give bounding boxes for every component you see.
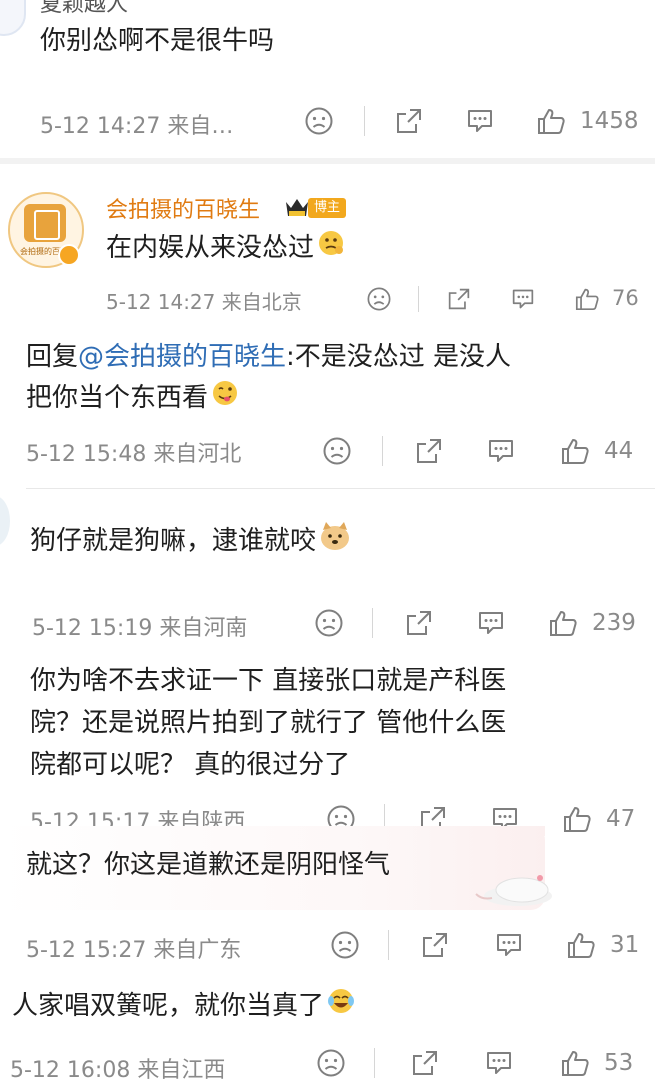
comment-meta: 5-12 15:27 来自广东 (26, 938, 242, 963)
sad-face-icon[interactable] (316, 1048, 346, 1078)
like-count: 44 (604, 438, 634, 464)
thumbs-up-icon[interactable] (548, 608, 578, 638)
comment-meta: 5-12 16:08 来自江西 (10, 1058, 226, 1083)
share-icon[interactable] (394, 106, 424, 136)
comment-meta: 5-12 15:19 来自河南 (32, 616, 248, 641)
separator (388, 930, 389, 960)
like-count: 47 (606, 806, 636, 832)
sad-face-icon[interactable] (304, 106, 334, 136)
reply-line-1: 回复@会拍摄的百晓生:不是没怂过 是没人 (26, 338, 511, 376)
comment-icon[interactable] (484, 1048, 514, 1078)
thumbs-up-icon[interactable] (562, 804, 592, 834)
comment-icon[interactable] (476, 608, 506, 638)
comment-line-3: 院都可以呢？ 真的很过分了 (30, 750, 351, 780)
thumbs-up-icon[interactable] (536, 106, 566, 136)
comment-meta: 5-12 14:27 来自北京 (106, 290, 302, 314)
comment-text: 你别怂啊不是很牛吗 (40, 26, 275, 56)
thumbs-up-icon[interactable] (560, 1048, 590, 1078)
comment-meta: 5-12 15:48 来自河北 (26, 442, 242, 467)
sad-face-icon[interactable] (314, 608, 344, 638)
share-icon[interactable] (414, 436, 444, 466)
like-count: 239 (592, 610, 636, 636)
avatar[interactable] (0, 496, 10, 546)
thumbs-up-icon[interactable] (560, 436, 590, 466)
comment-6: 就这？你这是道歉还是阴阳怪气 5-12 15:27 来自广东 (0, 826, 655, 976)
comment-2: 会拍摄的百晓 会拍摄的百晓生 博主 在内娱从来没怂过 5-12 14:27 来自… (0, 164, 655, 324)
comment-icon[interactable] (486, 436, 516, 466)
like-count: 1458 (580, 108, 639, 134)
reply-prefix: 回复 (26, 342, 79, 372)
laugh-cry-emoji-icon (326, 986, 356, 1027)
mention-link[interactable]: @会拍摄的百晓生 (78, 342, 286, 372)
sad-face-icon[interactable] (330, 930, 360, 960)
comment-icon[interactable] (465, 106, 495, 136)
commenter-name[interactable]: 会拍摄的百晓生 (106, 192, 260, 224)
like-count: 76 (612, 286, 639, 310)
separator (418, 286, 419, 312)
reply-text: :不是没怂过 是没人 (286, 342, 512, 372)
comment-line-1: 你为啥不去求证一下 直接张口就是产科医 (30, 666, 507, 696)
comment-icon[interactable] (494, 930, 524, 960)
tongue-emoji-icon (210, 378, 240, 419)
sad-face-icon[interactable] (322, 436, 352, 466)
reply-text-2: 把你当个东西看 (26, 383, 209, 413)
cat-sticker-icon (472, 868, 556, 908)
card-overlap (0, 826, 545, 836)
comment-body: 在内娱从来没怂过 (106, 233, 315, 263)
share-icon[interactable] (404, 608, 434, 638)
commenter-name[interactable]: 夏颖越人 (40, 0, 128, 18)
comment-line-2: 院？还是说照片拍到了就行了 管他什么医 (30, 708, 507, 738)
separator (374, 1048, 375, 1078)
doge-emoji-icon (318, 520, 352, 563)
sad-face-icon[interactable] (366, 286, 392, 312)
verified-badge-icon (58, 244, 80, 266)
thinking-emoji-icon (316, 228, 346, 269)
separator (364, 106, 365, 136)
comment-text: 人家唱双簧呢，就你当真了 (12, 986, 356, 1027)
comment-text: 就这？你这是道歉还是阴阳怪气 (26, 850, 391, 880)
comment-text: 狗仔就是狗嘛，逮谁就咬 (30, 520, 352, 563)
like-count: 53 (604, 1050, 634, 1076)
blogger-badge: 博主 (308, 198, 347, 218)
thumbs-up-icon[interactable] (566, 930, 596, 960)
divider (26, 488, 655, 489)
comment-meta: 5-12 14:27 来自… (40, 114, 234, 139)
share-icon[interactable] (410, 1048, 440, 1078)
share-icon[interactable] (446, 286, 472, 312)
crown-icon (284, 196, 310, 218)
comment-text: 在内娱从来没怂过 (106, 228, 346, 269)
comment-body: 人家唱双簧呢，就你当真了 (12, 991, 325, 1021)
avatar[interactable] (0, 0, 26, 36)
thumbs-up-icon[interactable] (574, 286, 600, 312)
like-count: 31 (610, 932, 640, 958)
comment-body: 狗仔就是狗嘛，逮谁就咬 (30, 526, 317, 556)
separator (372, 608, 373, 638)
comment-icon[interactable] (510, 286, 536, 312)
share-icon[interactable] (420, 930, 450, 960)
reply-line-2: 把你当个东西看 (26, 378, 240, 419)
separator (382, 436, 383, 466)
